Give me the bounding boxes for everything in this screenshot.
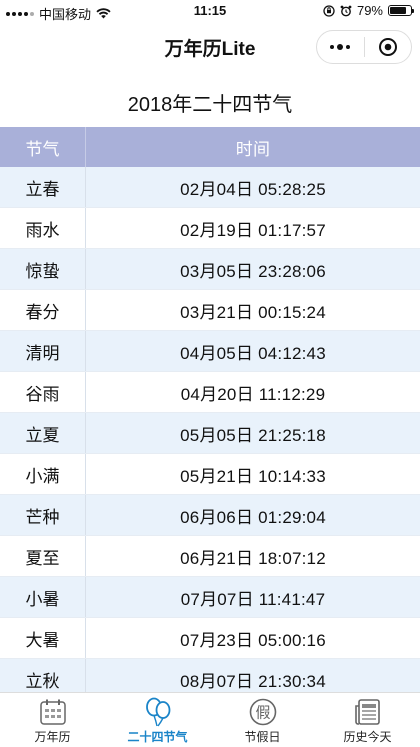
tab-label-holidays: 节假日 <box>244 730 281 744</box>
orientation-lock-icon <box>323 4 335 17</box>
term-time-cell: 05月05日 21:25:18 <box>180 425 326 445</box>
term-name-cell: 立夏 <box>0 413 86 453</box>
solar-terms-table: 节气 时间 立春 02月04日 05:28:25 雨水 02月19日 01:17:57… <box>0 127 420 692</box>
term-name-cell: 大暑 <box>0 618 86 658</box>
table-row: 谷雨 04月20日 11:12:29 <box>0 372 420 413</box>
table-row: 夏至 06月21日 18:07:12 <box>0 536 420 577</box>
term-name-cell: 雨水 <box>0 208 86 248</box>
tab-history[interactable]: 历史今天 <box>315 693 420 747</box>
battery-icon <box>388 5 414 16</box>
term-time-cell: 04月05日 04:12:43 <box>180 343 326 363</box>
table-row: 立夏 05月05日 21:25:18 <box>0 413 420 454</box>
term-name-cell: 立秋 <box>0 659 86 692</box>
table-row: 小暑 07月07日 11:41:47 <box>0 577 420 618</box>
header-time: 时间 <box>235 139 271 159</box>
term-name-cell: 芒种 <box>0 495 86 535</box>
table-row: 雨水 02月19日 01:17:57 <box>0 208 420 249</box>
table-row: 惊蛰 03月05日 23:28:06 <box>0 249 420 290</box>
tab-holidays[interactable]: 假 节假日 <box>210 693 315 747</box>
page-title: 2018年二十四节气 <box>127 94 293 116</box>
tab-label-solar-terms: 二十四节气 <box>127 730 188 744</box>
svg-text:假: 假 <box>255 704 270 722</box>
term-time-cell: 07月07日 11:41:47 <box>180 589 326 609</box>
balloons-icon <box>142 697 174 727</box>
term-name-cell: 夏至 <box>0 536 86 576</box>
term-time-cell: 02月04日 05:28:25 <box>180 179 326 199</box>
more-dots-icon <box>330 44 351 50</box>
term-name-cell: 惊蛰 <box>0 249 86 289</box>
tab-label-calendar: 万年历 <box>34 730 71 744</box>
battery-fill <box>390 7 406 14</box>
table-header: 节气 时间 <box>0 127 420 167</box>
term-name-cell: 谷雨 <box>0 372 86 412</box>
term-time-cell: 08月07日 21:30:34 <box>180 671 326 691</box>
table-row: 立春 02月04日 05:28:25 <box>0 167 420 208</box>
term-name-cell: 立春 <box>0 167 86 207</box>
term-name-cell: 春分 <box>0 290 86 330</box>
close-button[interactable] <box>364 31 411 63</box>
term-time-cell: 07月23日 05:00:16 <box>180 630 326 650</box>
tab-calendar[interactable]: 万年历 <box>0 693 105 747</box>
battery-percent: 79% <box>356 3 383 18</box>
tab-label-history: 历史今天 <box>343 730 392 744</box>
newspaper-icon <box>352 697 384 727</box>
mini-program-capsule <box>316 30 412 64</box>
table-row: 清明 04月05日 04:12:43 <box>0 331 420 372</box>
term-time-cell: 03月05日 23:28:06 <box>180 261 326 281</box>
term-time-cell: 04月20日 11:12:29 <box>180 384 326 404</box>
term-name-cell: 清明 <box>0 331 86 371</box>
status-bar: 中国移动 11:15 79% <box>0 0 420 22</box>
table-row: 小满 05月21日 10:14:33 <box>0 454 420 495</box>
term-time-cell: 03月21日 00:15:24 <box>180 302 326 322</box>
header-term: 节气 <box>0 127 86 167</box>
holiday-badge-icon: 假 <box>247 697 279 727</box>
tab-bar: 万年历 二十四节气 假 节假日 历史今天 <box>0 692 420 747</box>
alarm-icon <box>340 5 352 16</box>
status-right: 79% <box>323 3 414 18</box>
table-row: 立秋 08月07日 21:30:34 <box>0 659 420 692</box>
target-circle-icon <box>378 38 397 56</box>
term-time-cell: 05月21日 10:14:33 <box>180 466 326 486</box>
more-button[interactable] <box>317 31 364 63</box>
term-time-cell: 02月19日 01:17:57 <box>180 220 326 240</box>
table-row: 芒种 06月06日 01:29:04 <box>0 495 420 536</box>
term-name-cell: 小满 <box>0 454 86 494</box>
term-name-cell: 小暑 <box>0 577 86 617</box>
tab-solar-terms[interactable]: 二十四节气 <box>105 693 210 747</box>
table-body: 立春 02月04日 05:28:25 雨水 02月19日 01:17:57 惊蛰 03月0… <box>0 167 420 692</box>
nav-bar: 万年历Lite <box>0 22 420 70</box>
calendar-icon <box>37 697 69 727</box>
term-time-cell: 06月21日 18:07:12 <box>180 548 326 568</box>
term-time-cell: 06月06日 01:29:04 <box>180 507 326 527</box>
table-row: 大暑 07月23日 05:00:16 <box>0 618 420 659</box>
table-row: 春分 03月21日 00:15:24 <box>0 290 420 331</box>
